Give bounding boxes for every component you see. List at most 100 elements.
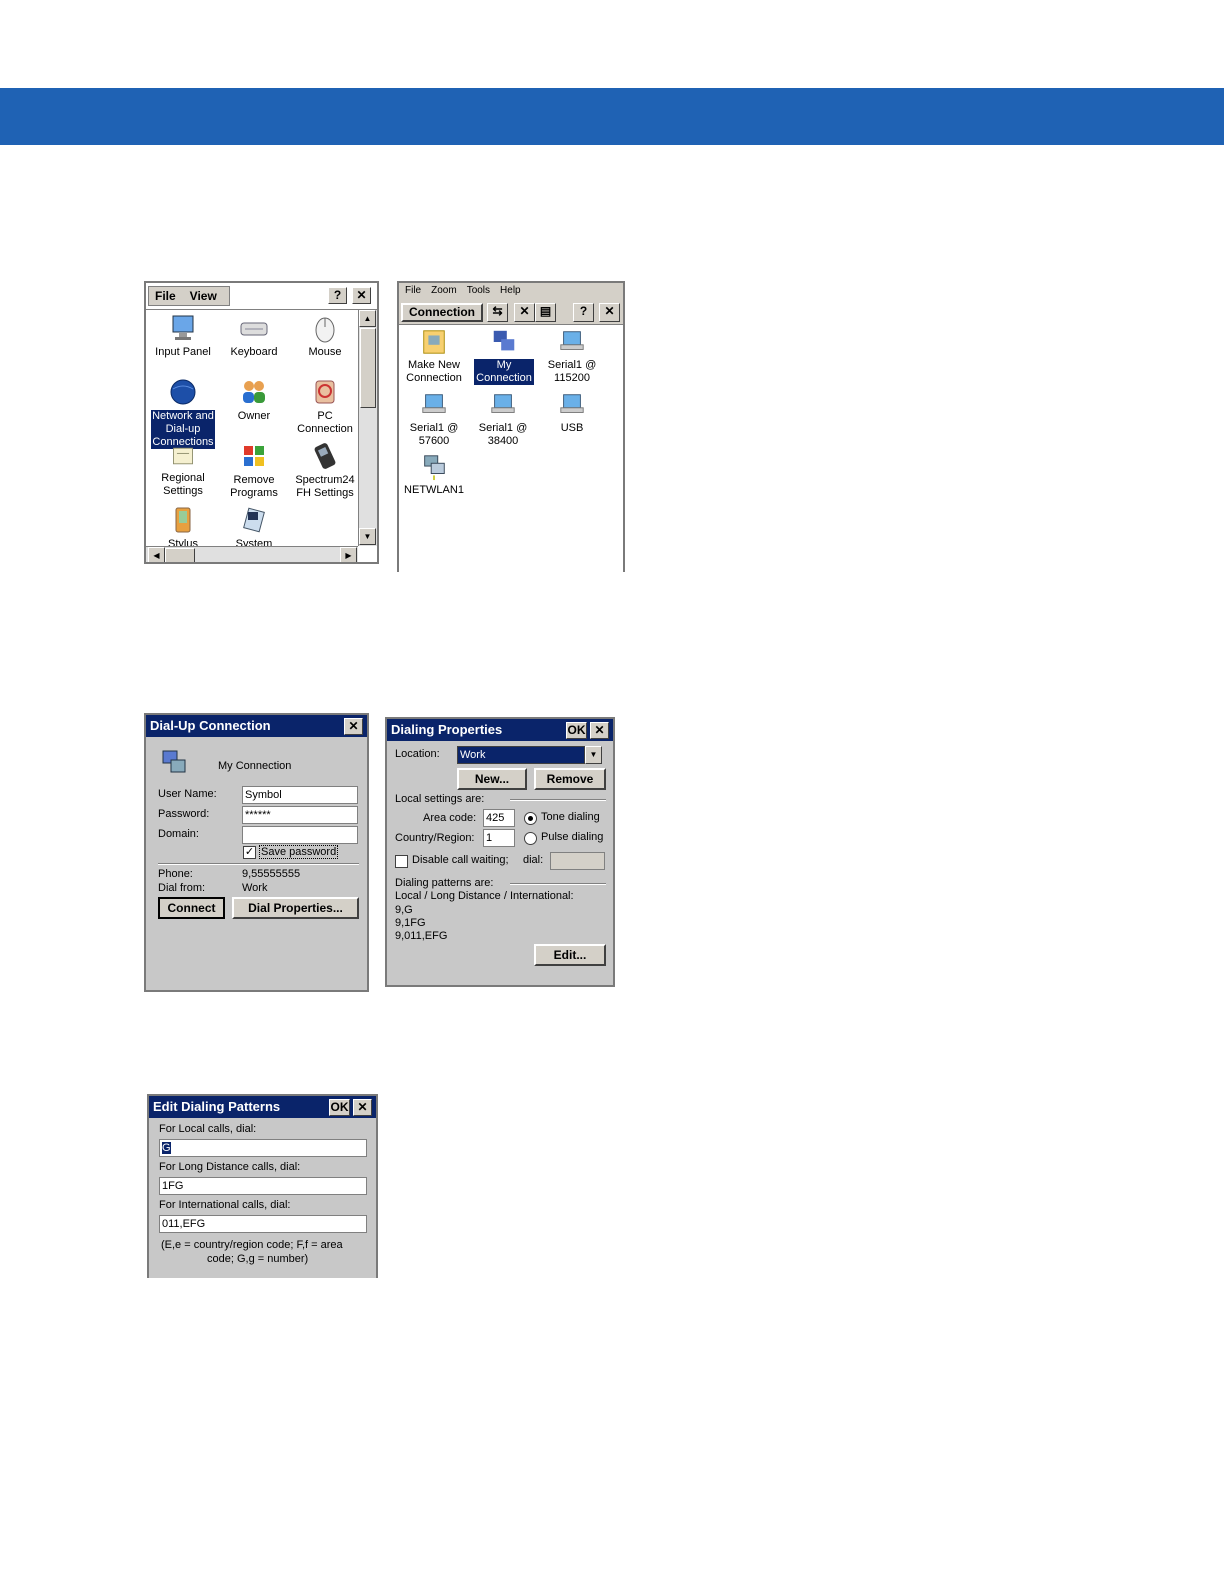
location-label: Location: bbox=[395, 748, 440, 760]
menu-view[interactable]: View bbox=[190, 289, 217, 303]
globe-icon bbox=[170, 379, 196, 405]
delete-tool-icon[interactable]: ✕ bbox=[514, 303, 535, 322]
connect-button[interactable]: Connect bbox=[158, 897, 225, 919]
pattern-note-line1: (E,e = country/region code; F,f = area bbox=[161, 1239, 343, 1251]
country-region-field[interactable]: 1 bbox=[483, 829, 515, 847]
close-button[interactable]: ✕ bbox=[352, 287, 371, 304]
disable-call-waiting-checkbox[interactable] bbox=[395, 855, 408, 868]
remove-location-button[interactable]: Remove bbox=[534, 768, 606, 790]
spectrum-icon bbox=[314, 443, 336, 469]
conn-usb[interactable]: USB bbox=[537, 391, 607, 435]
pulse-dialing-radio[interactable] bbox=[524, 832, 537, 845]
serial-connection-icon bbox=[422, 394, 446, 413]
menu-file[interactable]: File bbox=[155, 289, 176, 303]
close-button[interactable]: ✕ bbox=[353, 1099, 372, 1116]
location-select[interactable]: Work bbox=[457, 746, 585, 764]
local-calls-label: For Local calls, dial: bbox=[159, 1123, 257, 1135]
dial-from-label: Dial from: bbox=[158, 882, 206, 894]
help-button[interactable]: ? bbox=[573, 303, 594, 322]
international-field[interactable]: 011,EFG bbox=[159, 1215, 367, 1233]
conn-label: Serial1 @115200 bbox=[547, 359, 597, 384]
close-button[interactable]: ✕ bbox=[599, 303, 620, 322]
connections-toolbar: Connection ⇆ ✕ ▤ ? ✕ bbox=[399, 299, 623, 325]
item-input-panel[interactable]: Input Panel bbox=[148, 313, 218, 359]
conn-my-connection[interactable]: My Connection bbox=[469, 328, 539, 385]
divider bbox=[510, 883, 606, 885]
dialing-properties-dialog: Dialing Properties OK ✕ Location: Work ▼… bbox=[385, 717, 615, 987]
scroll-left-arrow-icon[interactable]: ◀ bbox=[148, 547, 165, 562]
scroll-up-arrow-icon[interactable]: ▲ bbox=[359, 310, 376, 327]
item-spectrum24[interactable]: Spectrum24 FH Settings bbox=[290, 441, 360, 500]
conn-make-new[interactable]: Make New Connection bbox=[399, 328, 469, 385]
connections-window: File Zoom Tools Help Connection ⇆ ✕ ▤ ? ✕ M… bbox=[397, 281, 625, 572]
help-button[interactable]: ? bbox=[328, 287, 347, 304]
connection-menu-button[interactable]: Connection bbox=[401, 303, 483, 322]
edit-dialing-patterns-dialog: Edit Dialing Patterns OK ✕ For Local cal… bbox=[147, 1094, 378, 1278]
item-mouse[interactable]: Mouse bbox=[290, 313, 360, 359]
local-calls-field[interactable]: G bbox=[159, 1139, 367, 1157]
area-code-label: Area code: bbox=[423, 812, 477, 824]
horizontal-scrollbar[interactable]: ◀ ▶ bbox=[146, 546, 358, 562]
save-password-label: Save password bbox=[259, 845, 339, 859]
item-label: Spectrum24 FH Settings bbox=[295, 474, 355, 499]
new-location-button[interactable]: New... bbox=[457, 768, 527, 790]
conn-serial-38400[interactable]: Serial1 @38400 bbox=[468, 391, 538, 448]
make-new-connection-icon bbox=[423, 330, 445, 354]
properties-tool-icon[interactable]: ▤ bbox=[535, 303, 556, 322]
regional-icon bbox=[173, 447, 193, 465]
conn-label: My Connection bbox=[474, 359, 534, 385]
menu-help[interactable]: Help bbox=[500, 285, 521, 296]
long-distance-field[interactable]: 1FG bbox=[159, 1177, 367, 1195]
dialup-connection-dialog: Dial-Up Connection ✕ My Connection User … bbox=[144, 713, 369, 992]
conn-serial-115200[interactable]: Serial1 @115200 bbox=[537, 328, 607, 385]
conn-label: NETWLAN1 bbox=[404, 484, 464, 496]
close-button[interactable]: ✕ bbox=[344, 718, 363, 735]
international-label: For International calls, dial: bbox=[159, 1199, 291, 1211]
password-field[interactable]: ****** bbox=[242, 806, 358, 824]
item-pc-connection[interactable]: PC Connection bbox=[290, 377, 360, 436]
item-label: PC Connection bbox=[297, 410, 353, 435]
control-panel-window: File View ? ✕ Input Panel Keyboard Mouse … bbox=[144, 281, 379, 564]
tone-dialing-radio[interactable] bbox=[524, 812, 537, 825]
area-code-field[interactable]: 425 bbox=[483, 809, 515, 827]
chevron-down-icon[interactable]: ▼ bbox=[585, 746, 602, 764]
call-waiting-code-select[interactable] bbox=[550, 852, 605, 870]
domain-field[interactable] bbox=[242, 826, 358, 844]
scroll-right-arrow-icon[interactable]: ▶ bbox=[340, 547, 357, 562]
patterns-description: Local / Long Distance / International: bbox=[395, 890, 574, 902]
ok-button[interactable]: OK bbox=[566, 722, 587, 739]
item-label: Owner bbox=[237, 410, 271, 422]
ok-button[interactable]: OK bbox=[329, 1099, 350, 1116]
phone-value: 9,55555555 bbox=[242, 868, 301, 880]
scroll-down-arrow-icon[interactable]: ▼ bbox=[359, 528, 376, 545]
serial-connection-icon bbox=[560, 331, 584, 350]
vertical-scrollbar[interactable]: ▲ ▼ bbox=[358, 310, 377, 546]
domain-label: Domain: bbox=[158, 828, 199, 840]
conn-label: Make New Connection bbox=[406, 359, 462, 384]
item-owner[interactable]: Owner bbox=[219, 377, 289, 423]
menu-tools[interactable]: Tools bbox=[467, 285, 490, 296]
menu-file[interactable]: File bbox=[405, 285, 421, 296]
item-stylus[interactable]: Stylus bbox=[148, 505, 218, 551]
item-remove-programs[interactable]: Remove Programs bbox=[219, 441, 289, 500]
item-label: Keyboard bbox=[230, 346, 278, 358]
connect-tool-icon[interactable]: ⇆ bbox=[487, 303, 508, 322]
pattern-long-distance: 9,1FG bbox=[395, 917, 426, 929]
system-icon bbox=[243, 507, 265, 533]
item-network-dialup[interactable]: Network and Dial-up Connections bbox=[148, 377, 218, 449]
dial-properties-button[interactable]: Dial Properties... bbox=[232, 897, 359, 919]
conn-serial-57600[interactable]: Serial1 @57600 bbox=[399, 391, 469, 448]
user-name-field[interactable]: Symbol bbox=[242, 786, 358, 804]
edit-patterns-button[interactable]: Edit... bbox=[534, 944, 606, 966]
item-system[interactable]: System bbox=[219, 505, 289, 551]
dial-from-value: Work bbox=[242, 882, 268, 894]
save-password-checkbox[interactable]: ✓ bbox=[243, 846, 256, 859]
network-connection-icon bbox=[424, 455, 445, 481]
item-keyboard[interactable]: Keyboard bbox=[219, 313, 289, 359]
item-regional-settings[interactable]: Regional Settings bbox=[148, 443, 218, 498]
serial-connection-icon bbox=[491, 394, 515, 413]
conn-netwlan1[interactable]: NETWLAN1 bbox=[399, 453, 469, 497]
menu-zoom[interactable]: Zoom bbox=[431, 285, 457, 296]
item-label: Mouse bbox=[308, 346, 342, 358]
close-button[interactable]: ✕ bbox=[590, 722, 609, 739]
